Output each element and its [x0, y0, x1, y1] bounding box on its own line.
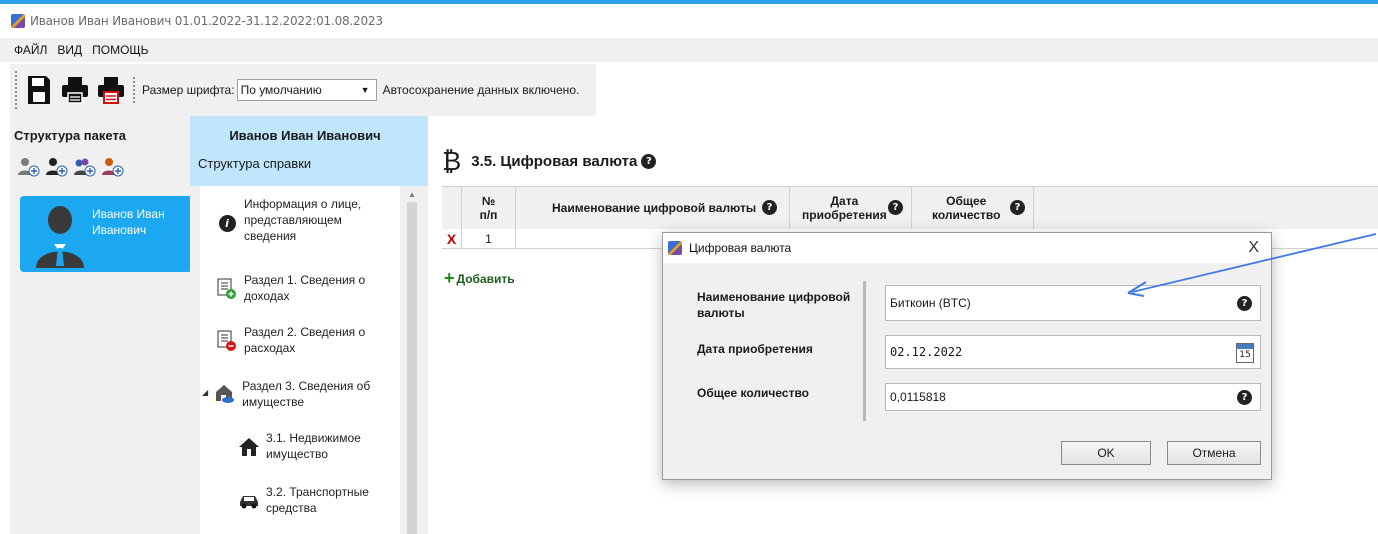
section-header: ₿ 3.5. Цифровая валюта ? — [442, 146, 657, 177]
bitcoin-icon: ₿ — [442, 147, 462, 177]
calendar-icon[interactable]: 15 — [1236, 343, 1254, 363]
house-icon — [239, 438, 259, 456]
expense-doc-icon — [217, 330, 236, 351]
report-structure-tree: i Информация о лице, представляющем сведен… — [200, 186, 400, 534]
save-button[interactable] — [24, 71, 54, 109]
app-icon — [10, 13, 26, 29]
total-quantity-label: Общее количество — [697, 386, 810, 400]
help-icon[interactable]: ? — [888, 200, 903, 215]
cancel-button[interactable]: Отмена — [1167, 441, 1261, 465]
person-name: Иванов Иван Иванович — [92, 207, 165, 237]
tree-item-label: 3.2. Транспортные средства — [266, 485, 369, 515]
toolbar-separator — [132, 76, 136, 104]
person-actions — [10, 143, 190, 177]
add-row-button[interactable]: + Добавить — [444, 268, 515, 289]
toolbar-grip[interactable] — [14, 70, 18, 110]
menu-file[interactable]: ФАЙЛ — [14, 43, 47, 57]
avatar — [36, 206, 84, 268]
add-person-icon[interactable] — [18, 157, 40, 177]
menu-bar: ФАЙЛ ВИД ПОМОЩЬ — [0, 38, 1378, 62]
print-button[interactable] — [60, 71, 90, 109]
column-header-date[interactable]: Дата приобретения ? — [790, 187, 912, 229]
purchase-date-label: Дата приобретения — [697, 342, 813, 356]
window-title: Иванов Иван Иванович 01.01.2022-31.12.20… — [30, 14, 383, 28]
add-group-icon[interactable] — [74, 157, 96, 177]
total-quantity-input[interactable]: 0,0115818 ? — [885, 383, 1261, 411]
car-icon — [240, 496, 258, 509]
scroll-up-icon[interactable]: ▲ — [408, 190, 416, 199]
printer-icon — [62, 77, 88, 104]
autosave-status: Автосохранение данных включено. — [382, 83, 580, 97]
section-title: 3.5. Цифровая валюта — [471, 153, 638, 170]
column-header-name[interactable]: Наименование цифровой валюты ? — [516, 187, 790, 229]
help-icon[interactable]: ? — [641, 154, 657, 169]
ok-button[interactable]: OK — [1061, 441, 1151, 465]
dialog-divider — [863, 281, 866, 421]
add-dark-person-icon[interactable] — [46, 157, 68, 177]
delete-row-button[interactable]: X — [442, 229, 462, 249]
tree-item-section-3-1[interactable]: 3.1. Недвижимое имущество — [238, 430, 361, 462]
income-doc-icon — [217, 278, 236, 299]
report-structure-subtitle: Структура справки — [198, 156, 312, 171]
app-icon — [667, 240, 683, 256]
person-card-selected[interactable]: Иванов Иван Иванович — [20, 196, 192, 272]
chevron-down-icon: ▼ — [360, 85, 370, 95]
report-person-name: Иванов Иван Иванович — [229, 128, 381, 143]
tree-scrollbar[interactable]: ▲ — [404, 186, 420, 534]
tree-item-section-3[interactable]: ◢ Раздел 3. Сведения об имуществе — [202, 378, 370, 410]
help-icon[interactable]: ? — [1237, 390, 1252, 405]
info-icon: i — [218, 214, 236, 232]
help-icon[interactable]: ? — [1010, 200, 1025, 215]
tree-item-section-3-2[interactable]: 3.2. Транспортные средства — [238, 484, 369, 516]
table-corner — [442, 187, 462, 229]
tree-expand-triangle-icon[interactable]: ◢ — [202, 388, 208, 397]
tree-item-section-1[interactable]: Раздел 1. Сведения о доходах — [216, 272, 365, 304]
menu-help[interactable]: ПОМОЩЬ — [92, 43, 148, 57]
column-header-qty[interactable]: Общее количество ? — [912, 187, 1034, 229]
annotation-arrow — [1127, 233, 1377, 297]
font-size-select[interactable]: По умолчанию ▼ — [236, 79, 377, 101]
tree-item-info[interactable]: i Информация о лице, представляющем сведен… — [216, 196, 361, 244]
row-number[interactable]: 1 — [462, 229, 516, 249]
font-size-value: По умолчанию — [240, 83, 322, 97]
plus-icon: + — [444, 268, 455, 288]
property-icon — [216, 385, 235, 403]
tree-item-label: Раздел 2. Сведения о расходах — [244, 325, 366, 355]
help-icon[interactable]: ? — [1237, 296, 1252, 311]
help-icon[interactable]: ? — [762, 200, 777, 215]
tree-item-label: 3.1. Недвижимое имущество — [266, 431, 361, 461]
column-header-filler — [1034, 187, 1378, 229]
column-header-num[interactable]: № п/п — [462, 187, 516, 229]
report-structure-panel: Иванов Иван Иванович Структура справки i… — [190, 116, 428, 534]
currency-name-label: Наименование цифровой валюты — [697, 290, 851, 320]
tree-item-section-2[interactable]: Раздел 2. Сведения о расходах — [216, 324, 365, 356]
package-structure-panel: Структура пакета Иванов Иван Иванович — [10, 116, 192, 534]
print-preview-button[interactable] — [96, 71, 126, 109]
toolbar: Размер шрифта: По умолчанию ▼ Автосохран… — [10, 64, 596, 116]
package-structure-title: Структура пакета — [14, 128, 127, 143]
font-size-label: Размер шрифта: — [142, 83, 235, 97]
scrollbar-thumb[interactable] — [407, 202, 417, 534]
report-structure-header: Иванов Иван Иванович Структура справки — [190, 116, 428, 186]
tree-item-label: Раздел 3. Сведения об имуществе — [242, 379, 371, 409]
tree-item-label: Раздел 1. Сведения о доходах — [244, 273, 366, 303]
floppy-disk-icon — [28, 76, 50, 104]
title-bar: Иванов Иван Иванович 01.01.2022-31.12.20… — [0, 4, 1378, 38]
dialog-title: Цифровая валюта — [689, 241, 792, 255]
menu-view[interactable]: ВИД — [57, 43, 82, 57]
tree-item-label: Информация о лице, представляющем сведения — [244, 197, 362, 243]
purchase-date-input[interactable]: 02.12.2022 15 — [885, 335, 1261, 369]
printer-red-icon — [98, 77, 124, 104]
add-child-icon[interactable] — [102, 157, 124, 177]
